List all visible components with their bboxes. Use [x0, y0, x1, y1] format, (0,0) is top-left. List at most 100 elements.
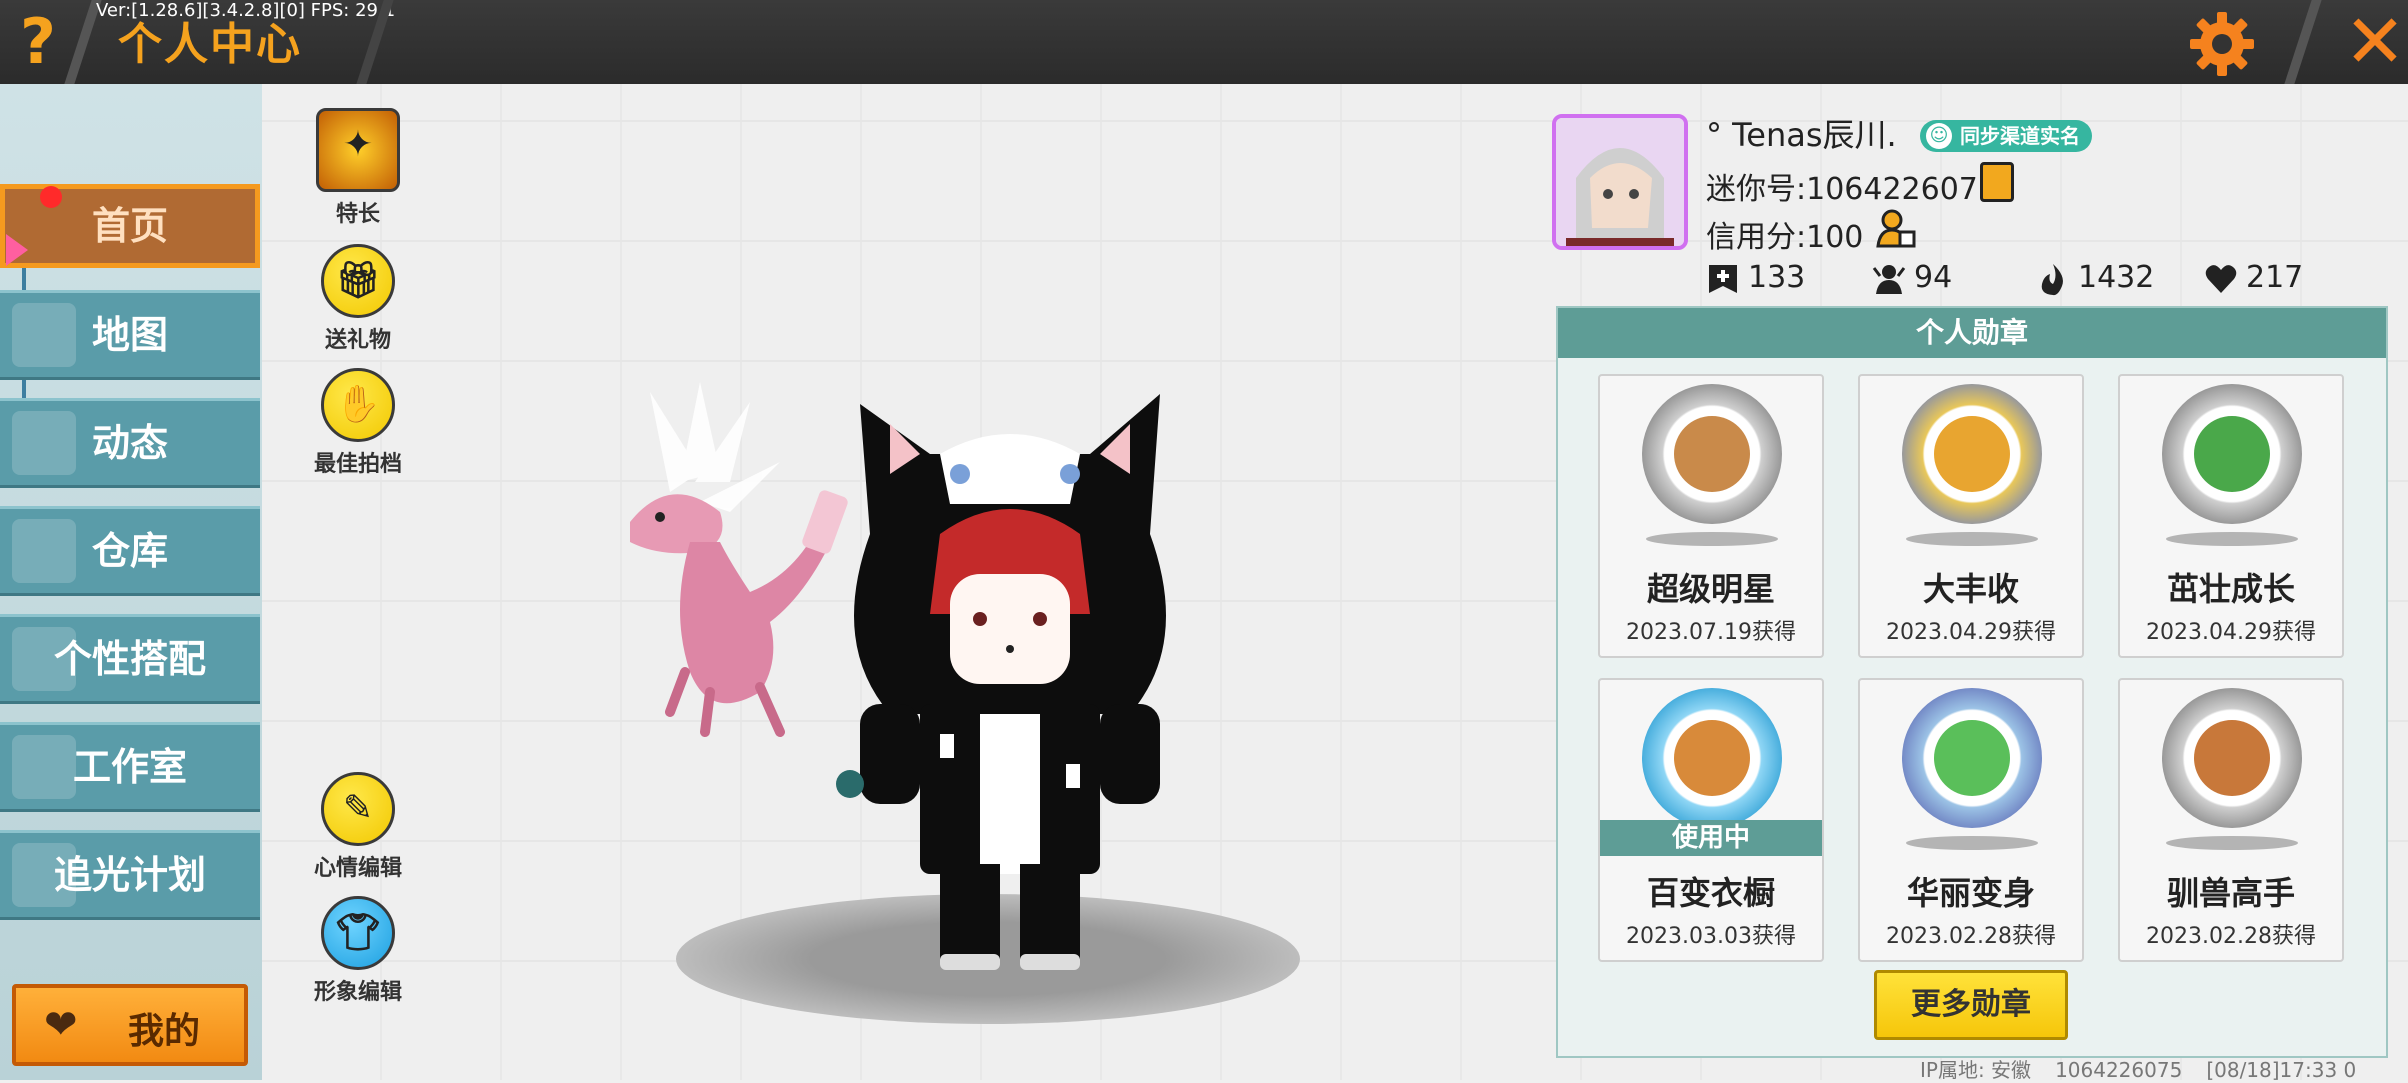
- mood-edit-button[interactable]: ✎ 心情编辑: [298, 772, 418, 882]
- specialty-icon: ✦: [316, 108, 400, 192]
- gift-button[interactable]: 🎁︎ 送礼物: [298, 244, 418, 354]
- version-text: Ver:[1.28.6][3.4.2.8][0] FPS: 29.1: [96, 0, 396, 21]
- close-icon[interactable]: ✕: [2340, 5, 2408, 79]
- badge-name: 驯兽高手: [2166, 874, 2295, 912]
- stat-value: 133: [1748, 260, 1806, 295]
- badge-name: 茁壮成长: [2166, 570, 2295, 608]
- sidebar-item-outfit[interactable]: 个性搭配: [0, 614, 260, 704]
- stat-posts: 133: [1706, 260, 1805, 296]
- badge-card[interactable]: 华丽变身 2023.02.28获得: [1858, 678, 2084, 962]
- badge-name: 百变衣橱: [1646, 874, 1775, 912]
- medal-icon: [1642, 384, 1782, 524]
- expand-arrow-icon[interactable]: [6, 234, 28, 266]
- tree-icon: [12, 735, 76, 799]
- badge-name: 华丽变身: [1906, 874, 2035, 912]
- map-icon: [12, 303, 76, 367]
- avatar[interactable]: [1552, 114, 1688, 250]
- medal-icon: [2162, 384, 2302, 524]
- flame-icon: [2041, 263, 2063, 295]
- gift-icon: 🎁︎: [321, 244, 395, 318]
- medal-stand: [1646, 532, 1778, 546]
- more-badges-button[interactable]: 更多勋章: [1874, 970, 2068, 1040]
- notification-dot: [40, 186, 62, 208]
- stat-value: 94: [1914, 260, 1953, 295]
- house-icon: [12, 519, 76, 583]
- nickname: ° Tenas辰川.: [1706, 116, 1897, 154]
- shirt-icon: 👕︎: [321, 896, 395, 970]
- copy-icon[interactable]: [1980, 162, 2014, 202]
- outfit-icon: [12, 627, 76, 691]
- sidebar-item-studio[interactable]: 工作室: [0, 722, 260, 812]
- badge-date: 2023.04.29获得: [2146, 620, 2316, 645]
- badge-card[interactable]: 茁壮成长 2023.04.29获得: [2118, 374, 2344, 658]
- ip-location: IP属地: 安徽: [1920, 1058, 2032, 1082]
- image-edit-button[interactable]: 👕︎ 形象编辑: [298, 896, 418, 1006]
- sidebar-item-home[interactable]: 首页: [0, 184, 260, 268]
- handshake-icon: ✋: [321, 368, 395, 442]
- medal-stand: [2166, 836, 2298, 850]
- image-edit-label: 形象编辑: [313, 980, 402, 1005]
- sidebar-item-label: 仓库: [91, 529, 168, 573]
- fans-icon: [1872, 264, 1906, 294]
- medal-stand: [2166, 532, 2298, 546]
- medal-icon: [1642, 688, 1782, 828]
- badge-date: 2023.02.28获得: [2146, 924, 2316, 949]
- specialty-button[interactable]: ✦ 特长: [298, 108, 418, 228]
- medal-icon: [2162, 688, 2302, 828]
- badge-date: 2023.04.29获得: [1886, 620, 2056, 645]
- stat-value: 1432: [2078, 260, 2155, 295]
- specialty-label: 特长: [335, 202, 380, 227]
- player-character[interactable]: [830, 384, 1190, 970]
- gear-icon[interactable]: [2188, 10, 2256, 78]
- medal-icon: [1902, 688, 2042, 828]
- best-partner-label: 最佳拍档: [313, 452, 402, 477]
- my-button[interactable]: ❤ 我的: [12, 984, 248, 1066]
- medal-stand: [1906, 836, 2038, 850]
- stat-fans: 94: [1872, 260, 1952, 296]
- sidebar-item-chase-light[interactable]: 追光计划: [0, 830, 260, 920]
- mood-edit-label: 心情编辑: [313, 856, 402, 881]
- heart-icon: [2205, 264, 2237, 293]
- in-use-label: 使用中: [1600, 820, 1822, 856]
- person-card-icon[interactable]: [1876, 208, 1916, 248]
- edit-icon: ✎: [321, 772, 395, 846]
- question-icon[interactable]: ?: [14, 10, 62, 74]
- badge-date: 2023.07.19获得: [1626, 620, 1796, 645]
- divider: [2284, 0, 2322, 84]
- stat-popularity: 1432: [2036, 260, 2154, 296]
- footer-info: IP属地: 安徽 1064226075 [08/18]17:33 0: [1920, 1054, 2380, 1083]
- pet-dragon[interactable]: [610, 372, 860, 762]
- heart-icon: ❤: [44, 1002, 78, 1048]
- top-bar: ? 个人中心 Ver:[1.28.6][3.4.2.8][0] FPS: 29.…: [0, 0, 2408, 84]
- sidebar-item-label: 个性搭配: [53, 637, 206, 681]
- plus-bookmark-icon: [1709, 264, 1737, 293]
- badge-card[interactable]: 大丰收 2023.04.29获得: [1858, 374, 2084, 658]
- avatar-image: [1556, 118, 1684, 246]
- badge-name: 大丰收: [1922, 570, 2019, 608]
- footer-time: [08/18]17:33 0: [2206, 1058, 2357, 1082]
- badge-card[interactable]: 驯兽高手 2023.02.28获得: [2118, 678, 2344, 962]
- sidebar-item-warehouse[interactable]: 仓库: [0, 506, 260, 596]
- sidebar-item-label: 工作室: [72, 745, 187, 789]
- stat-likes: 217: [2204, 260, 2303, 296]
- stat-value: 217: [2246, 260, 2304, 295]
- medal-icon: [1902, 384, 2042, 524]
- medal-stand: [1906, 532, 2038, 546]
- best-partner-button[interactable]: ✋ 最佳拍档: [298, 368, 418, 478]
- sidebar-item-label: 首页: [91, 204, 168, 248]
- user-icon: ☺: [1926, 123, 1952, 149]
- cube-icon: [12, 843, 76, 907]
- badges-title: 个人勋章: [1558, 308, 2386, 358]
- my-button-label: 我的: [128, 1011, 201, 1052]
- sync-realname-badge[interactable]: ☺ 同步渠道实名: [1920, 120, 2092, 152]
- sync-badge-label: 同步渠道实名: [1960, 124, 2080, 148]
- sidebar-item-map[interactable]: 地图: [0, 290, 260, 380]
- sidebar-item-label: 地图: [91, 313, 168, 357]
- footer-uid: 1064226075: [2055, 1058, 2183, 1082]
- mini-id: 迷你号:1064226075: [1706, 172, 1997, 207]
- badge-card[interactable]: 超级明星 2023.07.19获得: [1598, 374, 1824, 658]
- sidebar-item-feed[interactable]: 动态: [0, 398, 260, 488]
- badge-card[interactable]: 使用中 百变衣橱 2023.03.03获得: [1598, 678, 1824, 962]
- badge-date: 2023.02.28获得: [1886, 924, 2056, 949]
- gift-label: 送礼物: [324, 328, 391, 353]
